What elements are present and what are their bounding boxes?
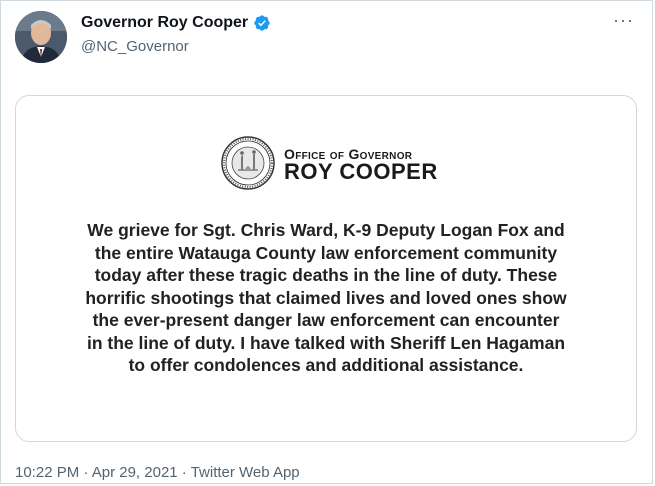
tweet-card: Governor Roy Cooper @NC_Governor ··· Off… <box>0 0 653 484</box>
tweet-source[interactable]: Twitter Web App <box>191 464 300 481</box>
nc-state-seal-icon <box>221 136 275 190</box>
tweet-time[interactable]: 10:22 PM <box>15 464 79 481</box>
verified-badge-icon <box>254 15 270 31</box>
author-display-name[interactable]: Governor Roy Cooper <box>81 14 271 32</box>
statement-line: We grieve for Sgt. Chris Ward, K-9 Deput… <box>87 220 565 240</box>
more-options-icon[interactable]: ··· <box>613 11 634 29</box>
avatar-photo-icon <box>15 11 67 63</box>
statement-line: the ever-present danger law enforcement … <box>92 310 560 330</box>
avatar[interactable] <box>15 11 67 63</box>
statement-line: in the line of duty. I have talked with … <box>86 332 566 353</box>
author-handle[interactable]: @NC_Governor <box>81 38 189 55</box>
tweet-metadata: 10:22 PM · Apr 29, 2021 · Twitter Web Ap… <box>15 464 300 481</box>
statement-line: horrific shootings that claimed lives an… <box>85 287 567 308</box>
meta-separator: · <box>79 464 92 481</box>
meta-separator: · <box>177 464 191 481</box>
office-name: ROY COOPER <box>284 159 438 184</box>
statement-line: today after these tragic deaths in the l… <box>94 265 558 285</box>
author-name-text: Governor Roy Cooper <box>81 14 249 31</box>
statement-line: to offer condolences and additional assi… <box>128 355 524 375</box>
statement-line: the entire Watauga County law enforcemen… <box>94 242 558 263</box>
attached-image[interactable]: Office of Governor ROY COOPER We grieve … <box>15 95 637 442</box>
tweet-date[interactable]: Apr 29, 2021 <box>92 464 178 481</box>
statement-text: We grieve for Sgt. Chris Ward, K-9 Deput… <box>46 219 606 377</box>
